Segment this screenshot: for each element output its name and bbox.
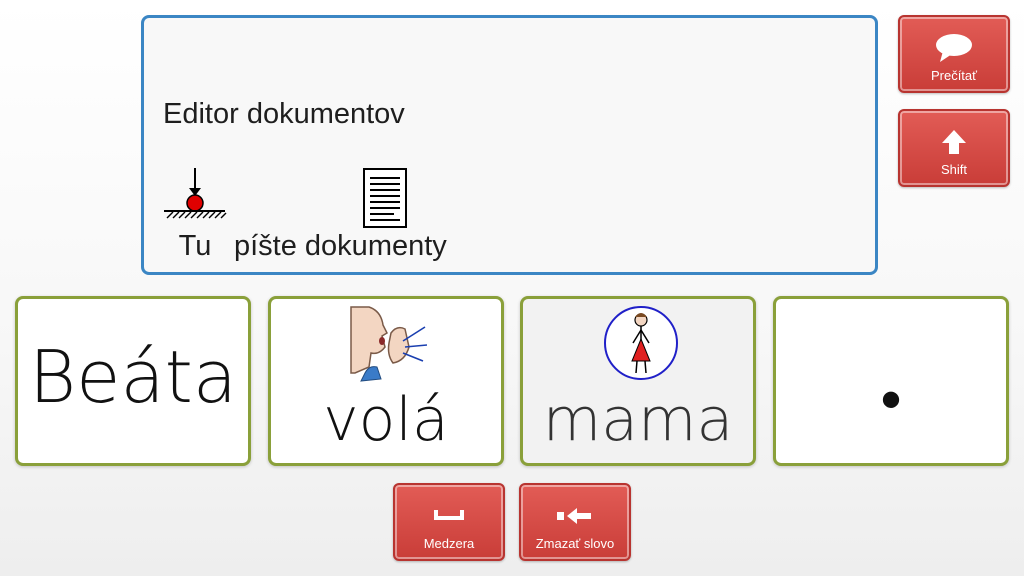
word-card-mama[interactable]: mama (520, 296, 756, 466)
symbol-label-documents: píšte dokumenty (234, 230, 447, 262)
document-editor-panel[interactable]: Editor dokumentov Tu píšte dokumenty (141, 15, 878, 275)
word-card-beata[interactable]: Beáta (15, 296, 251, 466)
word-card-vola[interactable]: volá (268, 296, 504, 466)
shift-button-label: Shift (940, 162, 967, 177)
symbol-word-documents: píšte dokumenty (234, 166, 447, 263)
word-card-period[interactable]: • (773, 296, 1009, 466)
up-arrow-icon (942, 130, 966, 154)
speech-bubble-icon (936, 34, 972, 62)
space-bar-icon (434, 510, 464, 520)
read-button-label: Prečítať (930, 68, 978, 83)
space-button[interactable]: Medzera (393, 483, 505, 561)
word-text: mama (542, 385, 734, 455)
shift-button[interactable]: Shift (898, 109, 1010, 187)
word-text: volá (323, 385, 449, 455)
document-title: Editor dokumentov (163, 98, 405, 130)
word-text: • (880, 365, 902, 435)
symbol-word-here: Tu (163, 166, 227, 263)
word-text: Beáta (29, 335, 237, 419)
document-icon (363, 168, 407, 228)
symbol-label-here: Tu (178, 230, 212, 262)
read-button[interactable]: Prečítať (898, 15, 1010, 93)
mother-figure-icon (604, 306, 678, 380)
space-button-label: Medzera (423, 536, 475, 551)
delete-word-button-label: Zmazať slovo (535, 536, 615, 551)
here-arrow-icon (164, 168, 227, 219)
delete-word-button[interactable]: Zmazať slovo (519, 483, 631, 561)
backspace-arrow-icon (557, 508, 591, 524)
calling-person-icon (350, 306, 427, 382)
